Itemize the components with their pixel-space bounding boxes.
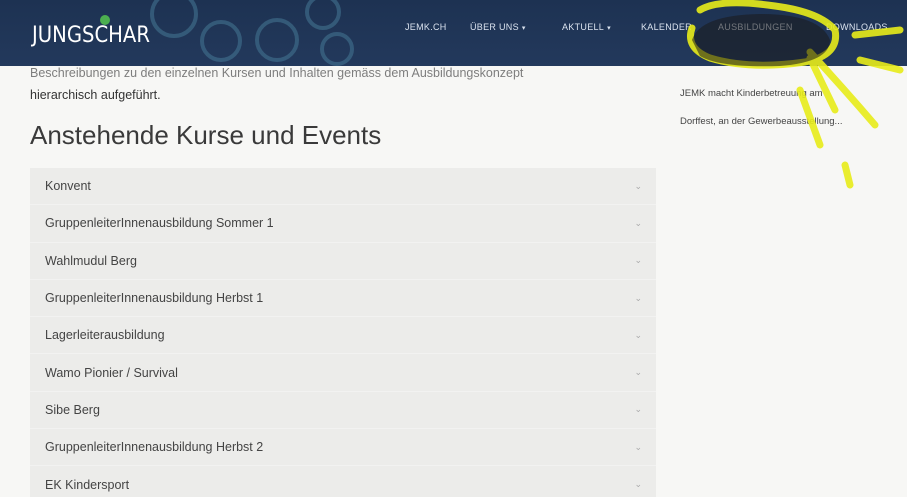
accordion-item-ek-kindersport[interactable]: EK Kindersport ⌄ bbox=[30, 466, 656, 497]
logo-text: JUNGSCHAR bbox=[30, 23, 150, 48]
accordion-item-label: Wahlmudul Berg bbox=[45, 253, 137, 268]
nav-item-aktuell[interactable]: AKTUELL ▾ bbox=[562, 22, 611, 44]
page-heading: Anstehende Kurse und Events bbox=[30, 120, 382, 150]
course-accordion: Konvent ⌄ GruppenleiterInnenausbildung S… bbox=[30, 168, 656, 497]
accordion-item-gl-sommer-1[interactable]: GruppenleiterInnenausbildung Sommer 1 ⌄ bbox=[30, 205, 656, 243]
sidebar-line-2: Dorffest, an der Gewerbeausstellung... bbox=[680, 116, 843, 127]
accordion-item-gl-herbst-1[interactable]: GruppenleiterInnenausbildung Herbst 1 ⌄ bbox=[30, 280, 656, 318]
accordion-item-wamo-pionier[interactable]: Wamo Pionier / Survival ⌄ bbox=[30, 354, 656, 392]
chevron-down-icon: ⌄ bbox=[634, 292, 642, 303]
accordion-item-wahlmudul-berg[interactable]: Wahlmudul Berg ⌄ bbox=[30, 243, 656, 280]
chevron-down-icon: ⌄ bbox=[634, 255, 642, 266]
intro-text: Beschreibungen zu den einzelnen Kursen u… bbox=[30, 62, 640, 106]
nav-item-ausbildungen[interactable]: AUSBILDUNGEN bbox=[718, 22, 793, 44]
accordion-item-label: Wamo Pionier / Survival bbox=[45, 365, 178, 380]
accordion-item-label: Konvent bbox=[45, 179, 91, 194]
nav-item-jemk[interactable]: JEMK.CH bbox=[405, 22, 447, 44]
accordion-item-gl-herbst-2[interactable]: GruppenleiterInnenausbildung Herbst 2 ⌄ bbox=[30, 429, 656, 467]
nav-item-ueber-uns[interactable]: ÜBER UNS ▾ bbox=[470, 22, 526, 44]
intro-line-2: hierarchisch aufgeführt. bbox=[30, 88, 161, 102]
accordion-item-label: Sibe Berg bbox=[45, 402, 100, 417]
chevron-down-icon: ⌄ bbox=[634, 217, 642, 228]
accordion-item-label: GruppenleiterInnenausbildung Sommer 1 bbox=[45, 216, 274, 231]
accordion-item-lagerleiter[interactable]: Lagerleiterausbildung ⌄ bbox=[30, 317, 656, 355]
caret-down-icon: ▾ bbox=[607, 25, 611, 32]
jungschar-logo[interactable]: JUNGSCHAR bbox=[30, 10, 160, 52]
chevron-down-icon: ⌄ bbox=[634, 479, 642, 490]
accordion-item-label: GruppenleiterInnenausbildung Herbst 2 bbox=[45, 440, 264, 455]
decorative-circle bbox=[320, 32, 354, 66]
decorative-circle bbox=[255, 18, 299, 62]
intro-line-1: Beschreibungen zu den einzelnen Kursen u… bbox=[30, 66, 524, 80]
accordion-item-label: GruppenleiterInnenausbildung Herbst 1 bbox=[45, 291, 264, 306]
top-navigation-bar: JUNGSCHAR JEMK.CH ÜBER UNS ▾ AKTUELL ▾ KAL… bbox=[0, 0, 907, 66]
sidebar-line-1: JEMK macht Kinderbetreuung am bbox=[680, 88, 823, 99]
decorative-circle bbox=[305, 0, 341, 30]
nav-item-kalender[interactable]: KALENDER bbox=[641, 22, 692, 44]
sidebar-news[interactable]: JEMK macht Kinderbetreuung am Dorffest, … bbox=[680, 80, 890, 136]
decorative-circle bbox=[200, 20, 242, 62]
accordion-item-label: Lagerleiterausbildung bbox=[45, 328, 165, 343]
chevron-down-icon: ⌄ bbox=[634, 180, 642, 191]
chevron-down-icon: ⌄ bbox=[634, 441, 642, 452]
accordion-item-sibe-berg[interactable]: Sibe Berg ⌄ bbox=[30, 392, 656, 430]
accordion-item-label: EK Kindersport bbox=[45, 477, 130, 492]
chevron-down-icon: ⌄ bbox=[634, 404, 642, 415]
nav-item-downloads[interactable]: DOWNLOADS bbox=[826, 22, 888, 44]
chevron-down-icon: ⌄ bbox=[634, 367, 642, 378]
chevron-down-icon: ⌄ bbox=[634, 329, 642, 340]
caret-down-icon: ▾ bbox=[521, 25, 526, 32]
accordion-item-konvent[interactable]: Konvent ⌄ bbox=[30, 168, 656, 206]
